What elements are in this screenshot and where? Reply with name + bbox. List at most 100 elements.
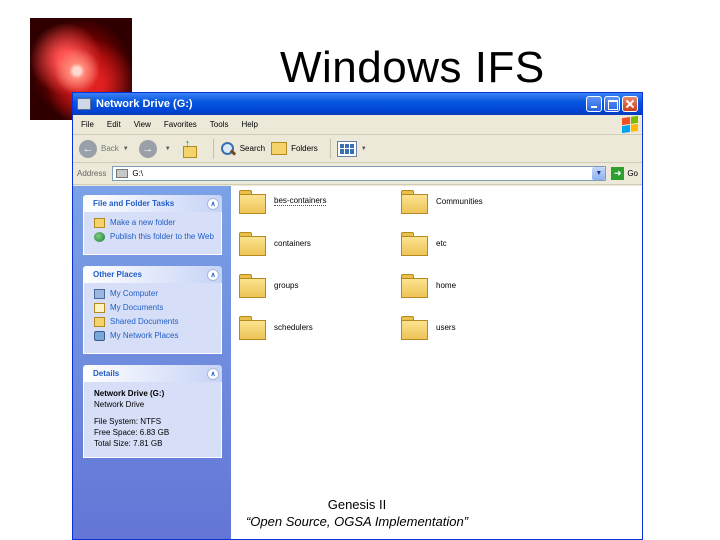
folder-item[interactable]: bes-containers [239,190,327,214]
details-type: Network Drive [94,400,145,409]
new-folder-icon [94,218,105,228]
folders-label: Folders [291,144,318,153]
views-button[interactable]: ▼ [336,140,371,157]
place-label: My Documents [110,303,164,312]
panel-header[interactable]: Details ∧ [83,365,222,382]
folder-item[interactable]: containers [239,232,311,256]
details-free-space: Free Space: 6.83 GB [94,428,170,437]
slide-title: Windows IFS [280,43,545,92]
place-my-documents[interactable]: My Documents [94,303,217,313]
menu-tools[interactable]: Tools [210,120,229,129]
toolbar-separator [329,138,331,159]
folder-label: schedulers [274,322,313,332]
folder-label: bes-containers [274,196,327,206]
folder-label: users [436,322,456,332]
go-label: Go [627,169,638,178]
caption-line-1: Genesis II [327,497,387,512]
place-shared-documents[interactable]: Shared Documents [94,317,217,327]
up-button[interactable] [181,138,201,158]
menu-help[interactable]: Help [241,120,257,129]
search-label: Search [239,144,266,153]
address-label: Address [77,169,107,178]
explorer-window: Network Drive (G:) File Edit View Favori… [72,92,643,540]
folder-label: etc [436,238,447,248]
file-view[interactable]: bes-containers Communities containers et… [231,186,642,539]
task-label: Publish this folder to the Web [110,232,214,241]
folder-label: containers [274,238,311,248]
views-icon [336,140,357,157]
folder-label: Communities [436,196,483,206]
address-input[interactable]: G:\ [112,166,607,181]
folder-icon [239,316,266,340]
explorer-content: File and Folder Tasks ∧ Make a new folde… [73,186,642,539]
search-button[interactable]: Search [220,141,265,157]
task-label: Make a new folder [110,218,176,227]
folder-icon [239,190,266,214]
folder-icon [239,274,266,298]
file-folder-tasks-panel: File and Folder Tasks ∧ Make a new folde… [83,195,222,255]
maximize-button[interactable] [604,96,620,112]
window-title: Network Drive (G:) [96,98,193,110]
views-dropdown-icon: ▼ [360,145,367,152]
folder-item[interactable]: users [401,316,456,340]
folder-item[interactable]: schedulers [239,316,313,340]
task-publish-folder[interactable]: Publish this folder to the Web [94,232,217,242]
go-button[interactable]: ➜ Go [611,167,638,180]
panel-header[interactable]: Other Places ∧ [83,266,222,283]
drive-icon [116,169,129,178]
panel-title: File and Folder Tasks [93,199,175,208]
collapse-chevron-icon[interactable]: ∧ [207,367,219,380]
place-label: My Computer [110,289,159,298]
back-button[interactable]: ← Back ▼ [79,139,133,158]
back-label: Back [101,144,119,153]
toolbar: ← Back ▼ → ▼ Search Folders ▼ [73,135,642,163]
panel-title: Details [93,369,120,378]
address-bar: Address G:\ ▼ ➜ Go [73,163,642,185]
folders-button[interactable]: Folders [271,142,318,155]
network-drive-icon [77,98,91,110]
other-places-panel: Other Places ∧ My Computer My Documents … [83,266,222,354]
forward-dropdown-icon[interactable]: ▼ [165,146,171,152]
menu-edit[interactable]: Edit [107,120,121,129]
folder-item[interactable]: Communities [401,190,483,214]
folder-item[interactable]: groups [239,274,299,298]
collapse-chevron-icon[interactable]: ∧ [207,197,219,210]
toolbar-separator [212,138,214,159]
title-bar[interactable]: Network Drive (G:) [73,93,642,115]
folder-icon [401,232,428,256]
menu-view[interactable]: View [134,120,151,129]
place-my-computer[interactable]: My Computer [94,289,217,299]
panel-body: My Computer My Documents Shared Document… [83,283,222,354]
folder-item[interactable]: etc [401,232,447,256]
details-panel: Details ∧ Network Drive (G:) Network Dri… [83,365,222,458]
folder-label: groups [274,280,299,290]
folder-item[interactable]: home [401,274,457,298]
search-icon [220,141,236,157]
address-dropdown-icon[interactable]: ▼ [592,167,606,180]
place-my-network-places[interactable]: My Network Places [94,331,217,341]
folder-icon [401,274,428,298]
folder-icon [401,316,428,340]
details-total-size: Total Size: 7.81 GB [94,439,163,448]
task-make-new-folder[interactable]: Make a new folder [94,218,217,228]
forward-arrow-icon: → [138,139,157,158]
folder-icon [401,190,428,214]
minimize-button[interactable] [586,96,602,112]
folder-icon [239,232,266,256]
menu-bar: File Edit View Favorites Tools Help [73,115,642,135]
panel-body: Network Drive (G:) Network Drive File Sy… [83,382,222,458]
slide-caption: Genesis II “Open Source, OGSA Implementa… [232,496,482,530]
task-pane: File and Folder Tasks ∧ Make a new folde… [73,186,231,539]
place-label: My Network Places [110,331,179,340]
panel-header[interactable]: File and Folder Tasks ∧ [83,195,222,212]
close-button[interactable] [622,96,638,112]
forward-button[interactable]: → ▼ [138,139,175,158]
folder-label: home [436,280,457,290]
back-dropdown-icon[interactable]: ▼ [123,146,129,152]
folder-up-icon [181,138,197,158]
menu-favorites[interactable]: Favorites [164,120,197,129]
menu-file[interactable]: File [81,120,94,129]
collapse-chevron-icon[interactable]: ∧ [207,268,219,281]
address-value: G:\ [132,169,144,178]
details-name: Network Drive (G:) [94,389,165,398]
